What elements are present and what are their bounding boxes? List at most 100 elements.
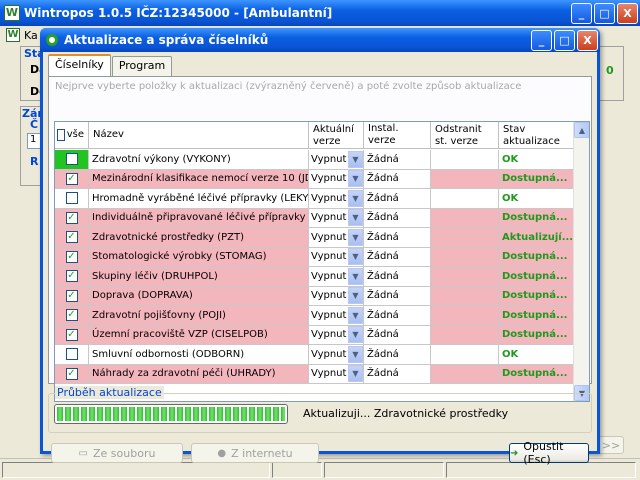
row-update-select[interactable]: Vypnut ▼	[309, 150, 364, 169]
row-name: Stomatologické výrobky (STOMAG)	[89, 247, 309, 266]
header-status[interactable]: Stav aktualizace	[499, 122, 575, 148]
row-remove[interactable]	[431, 325, 499, 344]
main-restore-button[interactable]: □	[594, 3, 615, 24]
row-check-cell[interactable]: ✓	[55, 267, 89, 286]
row-update-select[interactable]: Vypnut ▼	[309, 228, 364, 247]
row-check-cell[interactable]	[55, 189, 89, 208]
row-update-select[interactable]: Vypnut ▼	[309, 286, 364, 305]
row-update-select[interactable]: Vypnut ▼	[309, 247, 364, 266]
row-checkbox[interactable]: ✓	[65, 328, 78, 341]
row-checkbox[interactable]: ✓	[65, 367, 78, 380]
row-checkbox[interactable]	[65, 153, 78, 166]
row-check-cell[interactable]: ✓	[55, 208, 89, 227]
table-row[interactable]: Smluvní odbornosti (ODBORN) Vypnut ▼ Žádná O…	[55, 345, 575, 365]
header-remove[interactable]: Odstranit st. verze	[431, 122, 499, 148]
row-update-select[interactable]: Vypnut ▼	[309, 325, 364, 344]
row-checkbox[interactable]	[65, 192, 78, 205]
menu-item-first[interactable]: Ka	[24, 29, 38, 42]
bg-nav-button[interactable]: >>	[598, 436, 624, 454]
chevron-down-icon[interactable]: ▼	[348, 228, 363, 246]
row-checkbox[interactable]: ✓	[65, 309, 78, 322]
chevron-down-icon[interactable]: ▼	[348, 345, 363, 363]
row-check-cell[interactable]: ✓	[55, 306, 89, 325]
table-row[interactable]: ✓ Doprava (DOPRAVA) Vypnut ▼ Žádná Dostupná..…	[55, 286, 575, 306]
row-update-value: Vypnut	[311, 173, 347, 185]
row-name: Individuálně připravované léčivé příprav…	[89, 208, 309, 227]
row-remove[interactable]	[431, 247, 499, 266]
row-checkbox[interactable]: ✓	[65, 250, 78, 263]
from-file-button[interactable]: ▭ Ze souboru	[51, 443, 183, 463]
row-checkbox[interactable]: ✓	[65, 211, 78, 224]
chevron-down-icon[interactable]: ▼	[348, 189, 363, 207]
row-remove[interactable]	[431, 228, 499, 247]
row-remove[interactable]	[431, 267, 499, 286]
row-update-select[interactable]: Vypnut ▼	[309, 267, 364, 286]
chevron-down-icon[interactable]: ▼	[348, 150, 363, 168]
table-row[interactable]: ✓ Územní pracoviště VZP (CISELPOB) Vypnut ▼…	[55, 325, 575, 345]
chevron-down-icon[interactable]: ▼	[348, 170, 363, 188]
row-checkbox[interactable]: ✓	[65, 289, 78, 302]
row-check-cell[interactable]: ✓	[55, 325, 89, 344]
chevron-down-icon[interactable]: ▼	[348, 365, 363, 383]
chevron-down-icon[interactable]: ▼	[348, 287, 363, 305]
row-update-select[interactable]: Vypnut ▼	[309, 169, 364, 188]
row-checkbox[interactable]: ✓	[65, 231, 78, 244]
row-remove[interactable]	[431, 169, 499, 188]
table-row[interactable]: ✓ Zdravotní pojišťovny (POJI) Vypnut ▼ Žádná…	[55, 306, 575, 326]
row-update-select[interactable]: Vypnut ▼	[309, 208, 364, 227]
row-check-cell[interactable]: ✓	[55, 247, 89, 266]
table-row[interactable]: ✓ Stomatologické výrobky (STOMAG) Vypnut ▼ Ž…	[55, 247, 575, 267]
row-remove[interactable]	[431, 345, 499, 364]
row-remove[interactable]	[431, 150, 499, 169]
row-update-select[interactable]: Vypnut ▼	[309, 189, 364, 208]
row-checkbox[interactable]: ✓	[65, 172, 78, 185]
header-update[interactable]: Aktuální verze	[309, 122, 364, 148]
row-check-cell[interactable]	[55, 150, 89, 169]
scroll-up-button[interactable]: ▲	[574, 122, 589, 138]
row-remove[interactable]	[431, 286, 499, 305]
table-row[interactable]: ✓ Individuálně připravované léčivé přípra…	[55, 208, 575, 228]
row-check-cell[interactable]	[55, 345, 89, 364]
header-select-all[interactable]: vše	[55, 122, 89, 148]
chevron-down-icon[interactable]: ▼	[348, 267, 363, 285]
exit-button[interactable]: ➜ Opustit (Esc)	[509, 440, 589, 466]
table-row[interactable]: ✓ Zdravotnické prostředky (PZT) Vypnut ▼ Žád…	[55, 228, 575, 248]
chevron-down-icon[interactable]: ▼	[348, 306, 363, 324]
row-update-select[interactable]: Vypnut ▼	[309, 345, 364, 364]
dialog-minimize-button[interactable]: _	[531, 30, 552, 51]
row-check-cell[interactable]: ✓	[55, 286, 89, 305]
table-row[interactable]: ✓ Mezinárodní klasifikace nemocí verze 10…	[55, 169, 575, 189]
row-remove[interactable]	[431, 364, 499, 383]
row-check-cell[interactable]: ✓	[55, 169, 89, 188]
chevron-down-icon[interactable]: ▼	[348, 326, 363, 344]
table-row[interactable]: Zdravotní výkony (VYKONY) Vypnut ▼ Žádná OK	[55, 150, 575, 170]
row-remove[interactable]	[431, 306, 499, 325]
header-name[interactable]: Název	[89, 122, 309, 148]
row-remove[interactable]	[431, 208, 499, 227]
menu-app-icon[interactable]: W	[6, 28, 20, 42]
row-remove[interactable]	[431, 189, 499, 208]
chevron-down-icon[interactable]: ▼	[348, 248, 363, 266]
tab-program[interactable]: Program	[111, 56, 173, 76]
table-row[interactable]: ✓ Skupiny léčiv (DRUHPOL) Vypnut ▼ Žádná Dost…	[55, 267, 575, 287]
main-minimize-button[interactable]: _	[571, 3, 592, 24]
table-row[interactable]: ✓ Náhrady za zdravotní péči (UHRADY) Vypnu…	[55, 364, 575, 384]
row-update-select[interactable]: Vypnut ▼	[309, 306, 364, 325]
header-installed[interactable]: Instal. verze	[364, 122, 431, 148]
row-checkbox[interactable]: ✓	[65, 270, 78, 283]
from-internet-button[interactable]: ● Z internetu	[191, 443, 319, 463]
select-all-checkbox[interactable]	[57, 129, 65, 141]
row-check-cell[interactable]: ✓	[55, 228, 89, 247]
chevron-down-icon[interactable]: ▼	[348, 209, 363, 227]
header-all-label: vše	[66, 129, 84, 140]
row-check-cell[interactable]: ✓	[55, 364, 89, 383]
dialog-restore-button[interactable]: □	[554, 30, 575, 51]
tab-ciselniky[interactable]: Číselníky	[48, 54, 111, 76]
main-close-button[interactable]: X	[617, 3, 638, 24]
grid-scrollbar[interactable]: ▲ ▼	[573, 122, 589, 401]
dialog-close-button[interactable]: X	[577, 30, 598, 51]
table-row[interactable]: Hromadně vyráběné léčivé přípravky (LEKY…	[55, 189, 575, 209]
row-checkbox[interactable]	[65, 348, 78, 361]
row-update-value: Vypnut	[311, 309, 347, 321]
row-update-select[interactable]: Vypnut ▼	[309, 364, 364, 383]
